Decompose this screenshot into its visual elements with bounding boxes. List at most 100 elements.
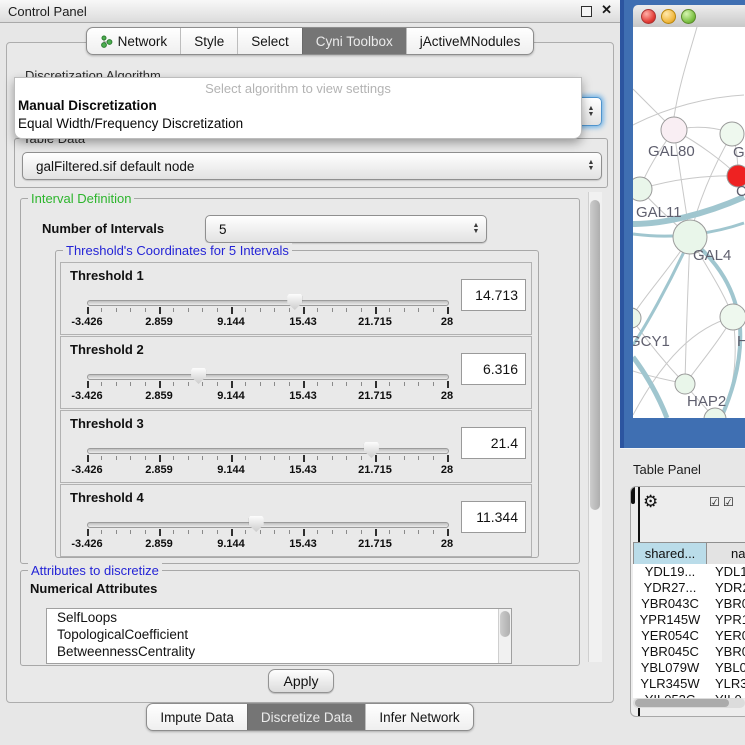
tab-group: NetworkStyleSelectCyni ToolboxjActiveMNo… [86, 27, 535, 55]
tick-label: -3.426 [71, 390, 102, 402]
minimize-traffic-light[interactable] [661, 9, 676, 24]
tick-mark [375, 307, 377, 314]
number-of-intervals-combobox[interactable]: 5 ▲▼ [205, 215, 487, 243]
close-traffic-light[interactable] [641, 9, 656, 24]
threshold-4-slider-track[interactable] [87, 522, 449, 528]
tick-mark [289, 456, 290, 460]
network-edge[interactable] [674, 27, 697, 117]
tick-mark [389, 382, 390, 386]
cell-name: YBR0 [707, 596, 745, 612]
tick-mark [289, 308, 290, 312]
tick-mark [116, 530, 117, 534]
table-row[interactable]: YDR27...YDR2 [633, 580, 745, 596]
threshold-2-slider-thumb[interactable] [191, 368, 206, 384]
threshold-3-value-field[interactable]: 21.4 [461, 427, 526, 459]
cell-name: YPR1 [707, 612, 745, 628]
checkbox-icon[interactable]: ☑ [723, 495, 734, 509]
network-edge[interactable] [633, 95, 744, 125]
tab-cyni-toolbox[interactable]: Cyni Toolbox [302, 28, 406, 54]
table-data-combobox[interactable]: galFiltered.sif default node ▲▼ [22, 152, 602, 180]
checkbox-icon[interactable]: ☑ [709, 495, 720, 509]
tick-label: 15.43 [289, 464, 317, 476]
table-row[interactable]: YLR345WYLR3 [633, 676, 745, 692]
table-row[interactable]: YDL19...YDL1 [633, 564, 745, 580]
table-horizontal-scrollbar[interactable] [633, 698, 745, 708]
attributes-scrollbar-thumb[interactable] [500, 611, 510, 637]
network-node-GAL80[interactable] [661, 117, 687, 143]
tick-mark [260, 530, 261, 534]
tab-style[interactable]: Style [180, 28, 237, 54]
network-node-label: HAP2 [687, 393, 726, 410]
tick-mark [188, 530, 189, 534]
attribute-list-item[interactable]: TopologicalCoefficient [47, 626, 511, 643]
network-edge[interactable] [633, 357, 667, 418]
cell-shared-name: YBL079W [633, 660, 707, 676]
tab-discretize-data[interactable]: Discretize Data [247, 704, 366, 730]
tick-mark [173, 456, 174, 460]
zoom-traffic-light[interactable] [681, 9, 696, 24]
tick-mark [317, 456, 318, 460]
tab-select[interactable]: Select [237, 28, 302, 54]
table-horizontal-scrollbar-thumb[interactable] [635, 699, 729, 707]
tick-mark [274, 530, 275, 534]
tab-infer-network[interactable]: Infer Network [365, 704, 472, 730]
numerical-attributes-label: Numerical Attributes [30, 581, 157, 596]
network-node-HAP2[interactable] [675, 374, 695, 394]
table-panel-title: Table Panel [633, 462, 701, 477]
network-edge[interactable] [640, 176, 738, 189]
tick-mark [274, 382, 275, 386]
table-row[interactable]: YBR045CYBR0 [633, 644, 745, 660]
tick-mark [101, 530, 102, 534]
attribute-list-item[interactable]: SelfLoops [47, 609, 511, 626]
network-edge[interactable] [685, 237, 690, 384]
tick-mark [361, 456, 362, 460]
tick-label: 9.144 [217, 464, 245, 476]
tick-mark [433, 308, 434, 312]
tick-label: 2.859 [145, 464, 173, 476]
split-view-icon[interactable] [631, 486, 635, 504]
apply-button[interactable]: Apply [268, 669, 334, 693]
algorithm-option-manual-discretization[interactable]: Manual Discretization [18, 98, 157, 113]
column-header-shared-[interactable]: shared... [633, 542, 707, 565]
threshold-2-value-field[interactable]: 6.316 [461, 353, 526, 385]
tick-label: -3.426 [71, 316, 102, 328]
number-of-intervals-label: Number of Intervals [42, 221, 164, 236]
content-scrollbar-thumb[interactable] [590, 200, 600, 510]
cell-name: YBR0 [707, 644, 745, 660]
threshold-3-slider-track[interactable] [87, 448, 449, 454]
network-canvas[interactable]: GAL80GACGAL11GAL4GCY1HHAP2 [633, 27, 745, 418]
float-icon[interactable] [581, 6, 592, 17]
network-node-node-right-mid[interactable] [720, 304, 745, 330]
threshold-4-value-field[interactable]: 11.344 [461, 501, 526, 533]
close-icon[interactable]: ✕ [601, 2, 612, 18]
threshold-4-slider-thumb[interactable] [249, 516, 264, 532]
table-row[interactable]: YBL079WYBL0 [633, 660, 745, 676]
tab-impute-data[interactable]: Impute Data [147, 704, 247, 730]
table-row[interactable]: YBR043CYBR0 [633, 596, 745, 612]
network-window-titlebar[interactable] [633, 5, 745, 28]
tick-mark [202, 308, 203, 312]
network-node-GAL11[interactable] [633, 177, 652, 201]
tick-label: 21.715 [358, 390, 392, 402]
spinner-icon: ▲▼ [466, 223, 486, 235]
threshold-2-slider-track[interactable] [87, 374, 449, 380]
spinner-icon: ▲▼ [581, 106, 601, 118]
table-row[interactable]: YPR145WYPR1 [633, 612, 745, 628]
network-edge[interactable] [633, 239, 690, 345]
tick-mark [404, 308, 405, 312]
gear-icon[interactable]: ⚙ [643, 492, 658, 512]
attribute-list-item[interactable]: BetweennessCentrality [47, 643, 511, 660]
threshold-1-value-field[interactable]: 14.713 [461, 279, 526, 311]
attributes-scrollbar[interactable] [498, 609, 511, 663]
tab-jactivemnodules[interactable]: jActiveMNodules [406, 28, 534, 54]
network-node-GCY1[interactable] [633, 308, 641, 328]
algorithm-option-equal-width-frequency-discretization[interactable]: Equal Width/Frequency Discretization [18, 116, 243, 131]
tick-mark [346, 530, 347, 534]
table-row[interactable]: YER054CYER0 [633, 628, 745, 644]
network-node-node-top-right[interactable] [720, 122, 744, 146]
column-header-na[interactable]: na [707, 542, 745, 565]
tab-network[interactable]: Network [87, 28, 181, 54]
threshold-1-slider-track[interactable] [87, 300, 449, 306]
content-scrollbar[interactable] [588, 192, 602, 662]
tick-mark [101, 456, 102, 460]
